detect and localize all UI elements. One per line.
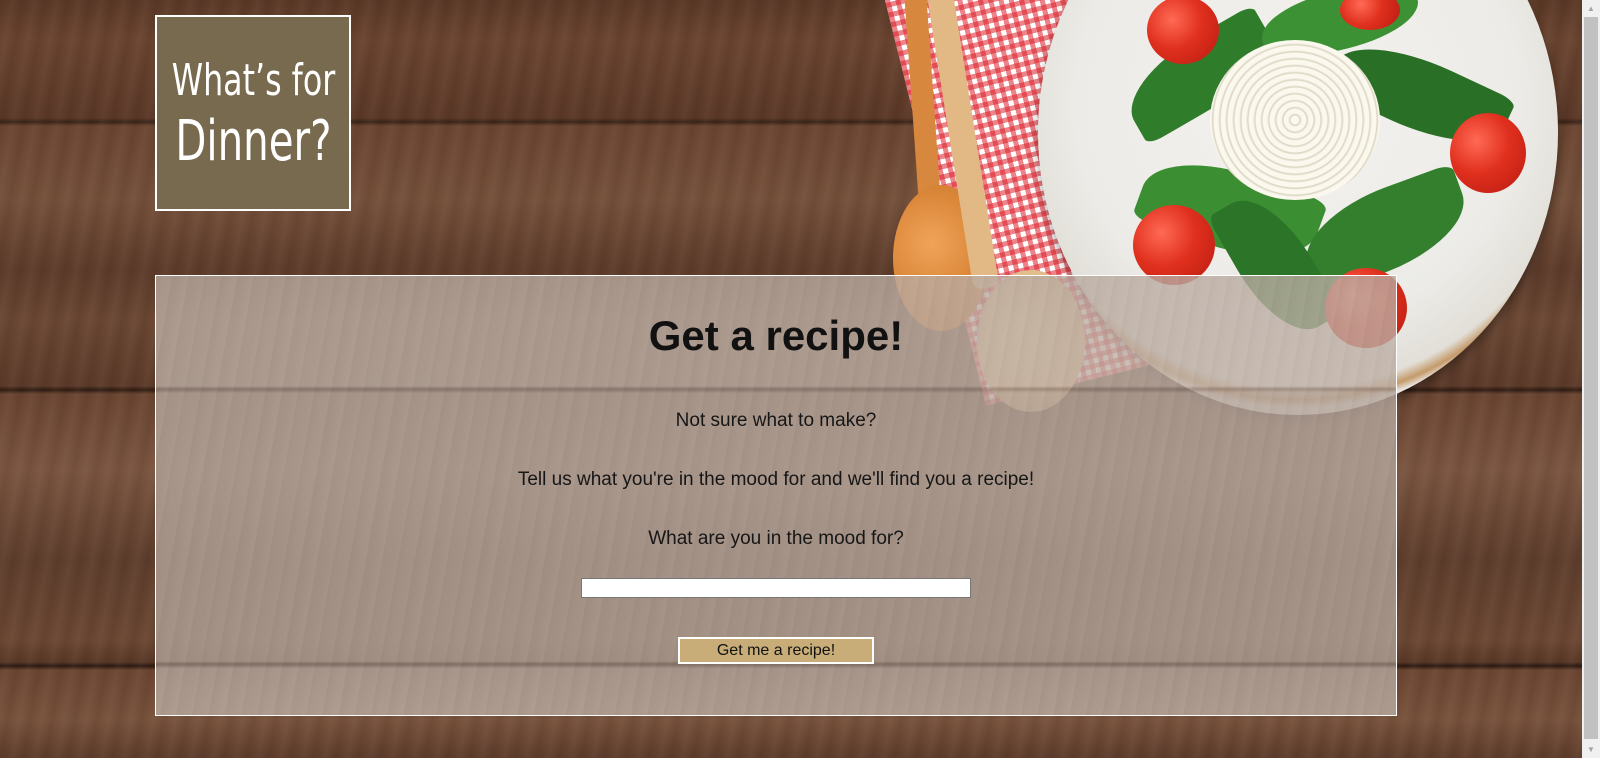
- description-text: Tell us what you're in the mood for and …: [517, 469, 1035, 490]
- scroll-down-arrow-icon[interactable]: ▼: [1582, 741, 1600, 758]
- get-recipe-button[interactable]: Get me a recipe!: [678, 637, 874, 664]
- mood-search-input[interactable]: [581, 578, 971, 598]
- vertical-scrollbar[interactable]: ▲ ▼: [1582, 0, 1600, 758]
- mood-prompt-label: What are you in the mood for?: [648, 528, 904, 549]
- tomato-decoration: [1133, 205, 1215, 285]
- tomato-decoration: [1450, 113, 1526, 193]
- page-title: Get a recipe!: [648, 312, 904, 359]
- scrollbar-thumb[interactable]: [1584, 17, 1598, 739]
- logo-text-line1: What’s for: [171, 55, 335, 106]
- scroll-up-arrow-icon[interactable]: ▲: [1582, 0, 1600, 17]
- recipe-search-panel: Get a recipe! Not sure what to make? Tel…: [155, 275, 1397, 716]
- mozzarella-decoration: [1210, 40, 1380, 200]
- intro-text: Not sure what to make?: [675, 410, 877, 431]
- page: What’s for Dinner? Get a recipe! Not sur…: [0, 0, 1600, 758]
- logo-text-line2: Dinner?: [174, 109, 332, 174]
- site-logo[interactable]: What’s for Dinner?: [155, 15, 351, 211]
